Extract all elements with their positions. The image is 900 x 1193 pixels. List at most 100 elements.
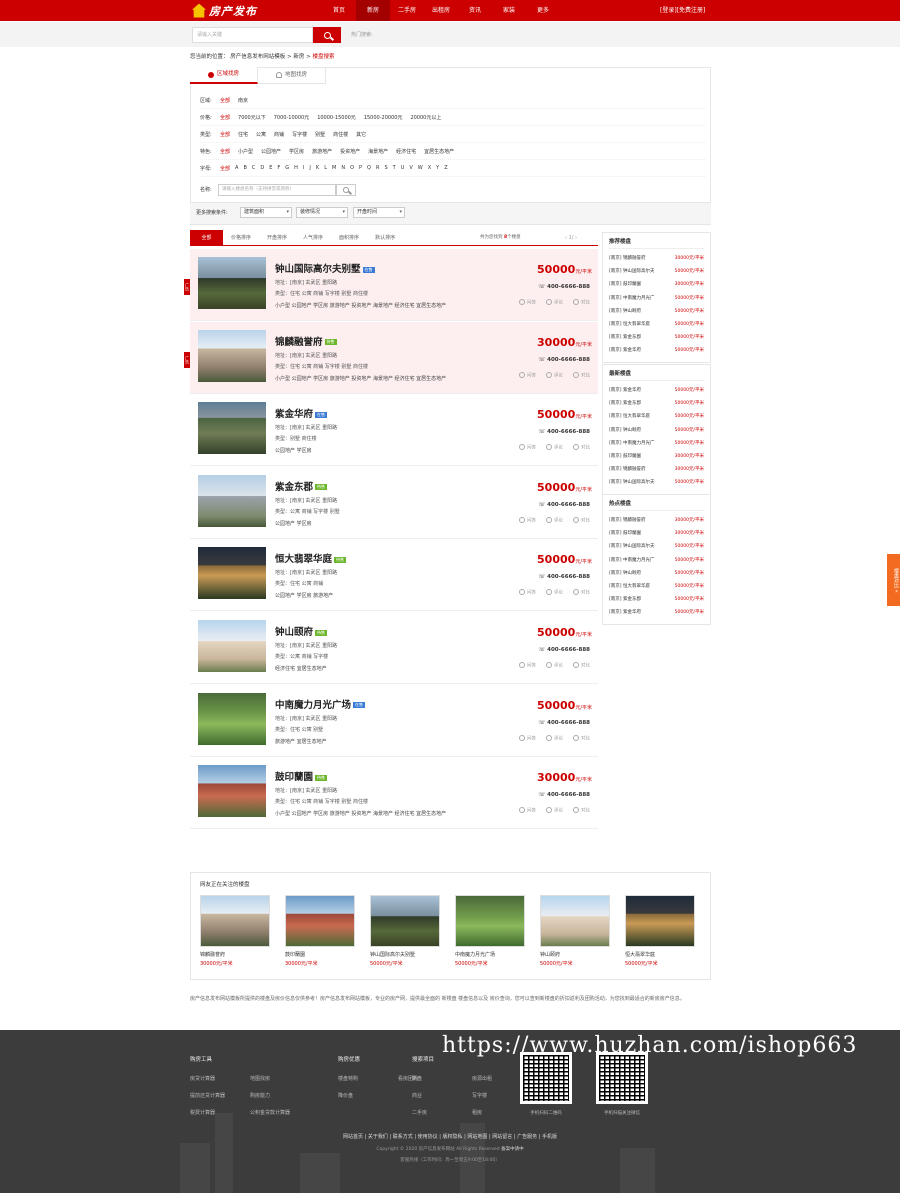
listing-photo[interactable] — [198, 402, 266, 455]
listing-item[interactable]: 恒大翡翠华庭 待售 地址：[南京] 玄武区 重阳路 类型：住宅 公寓 商铺 公园地产 学… — [190, 539, 598, 612]
filter-option[interactable]: E — [269, 165, 272, 171]
listing-title[interactable]: 紫金东郡 待售 — [275, 479, 328, 493]
filter-option[interactable]: 写字楼 — [292, 131, 307, 138]
tab-map-search[interactable]: 地图找房 — [258, 67, 326, 84]
footer-link[interactable]: 地图找房 — [250, 1075, 310, 1082]
sidebar-row[interactable]: [南京] 紫金华府 50000元/平米 — [609, 606, 704, 619]
nav-item[interactable]: 资讯 — [458, 0, 492, 21]
sidebar-row[interactable]: [南京] 中南魔力月光广 50000元/平米 — [609, 437, 704, 450]
listing-title[interactable]: 钟山颐府 待售 — [275, 624, 328, 638]
sidebar-row[interactable]: [南京] 锦麟融誉府 30000元/平米 — [609, 514, 704, 527]
sidebar-row[interactable]: [南京] 锦麟融誉府 30000元/平米 — [609, 463, 704, 476]
listing-title[interactable]: 鼓印蘭園 待售 — [275, 769, 328, 783]
tab-area-search[interactable]: 区域找房 — [190, 67, 258, 84]
filter-option[interactable]: N — [341, 165, 345, 171]
listing-title[interactable]: 紫金华府 在售 — [275, 406, 328, 420]
list-tab[interactable]: 面积排序 — [331, 230, 367, 246]
filter-option[interactable]: 全部 — [220, 165, 230, 172]
sidebar-row[interactable]: [南京] 紫金东郡 50000元/平米 — [609, 397, 704, 410]
search-button[interactable] — [313, 27, 341, 43]
compare-button[interactable]: 对比 — [573, 371, 590, 378]
register-link[interactable]: [免费注册] — [677, 7, 706, 14]
nav-item[interactable]: 二手房 — [390, 0, 424, 21]
sidebar-row[interactable]: [南京] 锦麟融誉府 30000元/平米 — [609, 252, 704, 265]
filter-option[interactable]: 经济住宅 — [396, 148, 416, 155]
footer-link[interactable]: 二手房 — [412, 1109, 472, 1116]
filter-option[interactable]: 旅游地产 — [312, 148, 332, 155]
compare-button[interactable]: 对比 — [573, 662, 590, 669]
listing-item[interactable]: 鼓印蘭園 待售 地址：[南京] 玄武区 重阳路 类型：住宅 公寓 商铺 写字楼 别墅 … — [190, 757, 598, 830]
related-item[interactable]: 钟山国际高尔夫别墅 50000元/平米 — [370, 895, 440, 967]
sidebar-row[interactable]: [南京] 紫金东郡 50000元/平米 — [609, 331, 704, 344]
search-input[interactable]: 请输入关键 — [192, 27, 313, 43]
qa-button[interactable]: 问答 — [519, 734, 536, 741]
sidebar-row[interactable]: [南京] 钟山颐府 50000元/平米 — [609, 424, 704, 437]
comment-button[interactable]: 评论 — [546, 371, 563, 378]
filter-option[interactable]: I — [303, 165, 304, 171]
filter-option[interactable]: Q — [367, 165, 371, 171]
filter-option[interactable]: T — [393, 165, 396, 171]
filter-option[interactable]: C — [252, 165, 256, 171]
filter-option[interactable]: 15000-20000元 — [364, 114, 403, 121]
site-logo[interactable]: 房产发布 — [192, 2, 257, 19]
filter-option[interactable]: S — [384, 165, 387, 171]
open-date-select[interactable]: 开盘时间 — [353, 207, 405, 218]
area-select[interactable]: 建筑面积 — [240, 207, 292, 218]
related-item[interactable]: 恒大翡翠华庭 50000元/平米 — [625, 895, 695, 967]
sidebar-row[interactable]: [南京] 紫金华府 50000元/平米 — [609, 384, 704, 397]
related-photo[interactable] — [455, 895, 525, 947]
breadcrumb-section[interactable]: 新房 — [293, 54, 304, 60]
related-item[interactable]: 钟山颐府 50000元/平米 — [540, 895, 610, 967]
comment-button[interactable]: 评论 — [546, 516, 563, 523]
filter-option[interactable]: X — [428, 165, 431, 171]
filter-option[interactable]: W — [418, 165, 423, 171]
filter-option[interactable]: 全部 — [220, 114, 230, 121]
sidebar-row[interactable]: [南京] 鼓印蘭園 30000元/平米 — [609, 527, 704, 540]
listing-item[interactable]: 紫金东郡 待售 地址：[南京] 玄武区 重阳路 类型：公寓 商铺 写字楼 别墅 公园地产… — [190, 467, 598, 539]
sidebar-row[interactable]: [南京] 紫金华府 50000元/平米 — [609, 344, 704, 357]
footer-link[interactable]: 降价盘 — [338, 1092, 398, 1099]
qa-button[interactable]: 问答 — [519, 444, 536, 451]
comment-button[interactable]: 评论 — [546, 734, 563, 741]
filter-option[interactable]: H — [294, 165, 298, 171]
footer-link[interactable]: 房贷计算器 — [190, 1075, 250, 1082]
decoration-select[interactable]: 装修情况 — [296, 207, 348, 218]
related-item[interactable]: 中南魔力月光广场 50000元/平米 — [455, 895, 525, 967]
filter-option[interactable]: L — [324, 165, 327, 171]
compare-button[interactable]: 对比 — [573, 734, 590, 741]
list-tab[interactable]: 默认排序 — [367, 230, 403, 246]
listing-title[interactable]: 锦麟融誉府 待售 — [275, 334, 337, 348]
nav-item[interactable]: 首页 — [322, 0, 356, 21]
qa-button[interactable]: 问答 — [519, 371, 536, 378]
filter-option[interactable]: Y — [436, 165, 439, 171]
filter-option[interactable]: 小户型 — [238, 148, 253, 155]
filter-option[interactable]: 20000元以上 — [410, 114, 441, 121]
nav-item[interactable]: 出租房 — [424, 0, 458, 21]
listing-item[interactable]: 广告 钟山国际高尔夫别墅 在售 地址：[南京] 玄武区 重阳路 类型：住宅 公寓 商铺 … — [184, 249, 598, 321]
compare-button[interactable]: 对比 — [573, 444, 590, 451]
filter-option[interactable]: 别墅 — [315, 131, 325, 138]
listing-item[interactable]: 广告 锦麟融誉府 待售 地址：[南京] 玄武区 重阳路 类型：住宅 公寓 商铺 写字楼 … — [184, 321, 598, 394]
listing-photo[interactable] — [198, 765, 266, 818]
sidebar-row[interactable]: [南京] 钟山颐府 50000元/平米 — [609, 567, 704, 580]
listing-photo[interactable] — [198, 620, 266, 672]
filter-option[interactable]: 投资地产 — [340, 148, 360, 155]
comment-button[interactable]: 评论 — [546, 589, 563, 596]
filter-option[interactable]: 全部 — [220, 97, 230, 104]
filter-option[interactable]: M — [332, 165, 336, 171]
comment-button[interactable]: 评论 — [546, 807, 563, 814]
sidebar-row[interactable]: [南京] 恒大翡翠华庭 50000元/平米 — [609, 318, 704, 331]
list-tab[interactable]: 全部 — [190, 230, 223, 246]
footer-link[interactable]: 购房能力 — [250, 1092, 310, 1099]
filter-option[interactable]: 住宅 — [238, 131, 248, 138]
name-search-input[interactable]: 请输入楼盘名称（支持拼音或简称） — [218, 184, 336, 196]
footer-link[interactable]: 楼盘特购 — [338, 1075, 398, 1082]
sidebar-row[interactable]: [南京] 中南魔力月光广 50000元/平米 — [609, 292, 704, 305]
filter-option[interactable]: 商住楼 — [333, 131, 348, 138]
related-item[interactable]: 鼓印蘭園 30000元/平米 — [285, 895, 355, 967]
listing-title[interactable]: 恒大翡翠华庭 待售 — [275, 551, 347, 565]
listing-photo[interactable] — [198, 329, 266, 382]
qa-button[interactable]: 问答 — [519, 662, 536, 669]
filter-option[interactable]: U — [401, 165, 405, 171]
related-photo[interactable] — [285, 895, 355, 947]
